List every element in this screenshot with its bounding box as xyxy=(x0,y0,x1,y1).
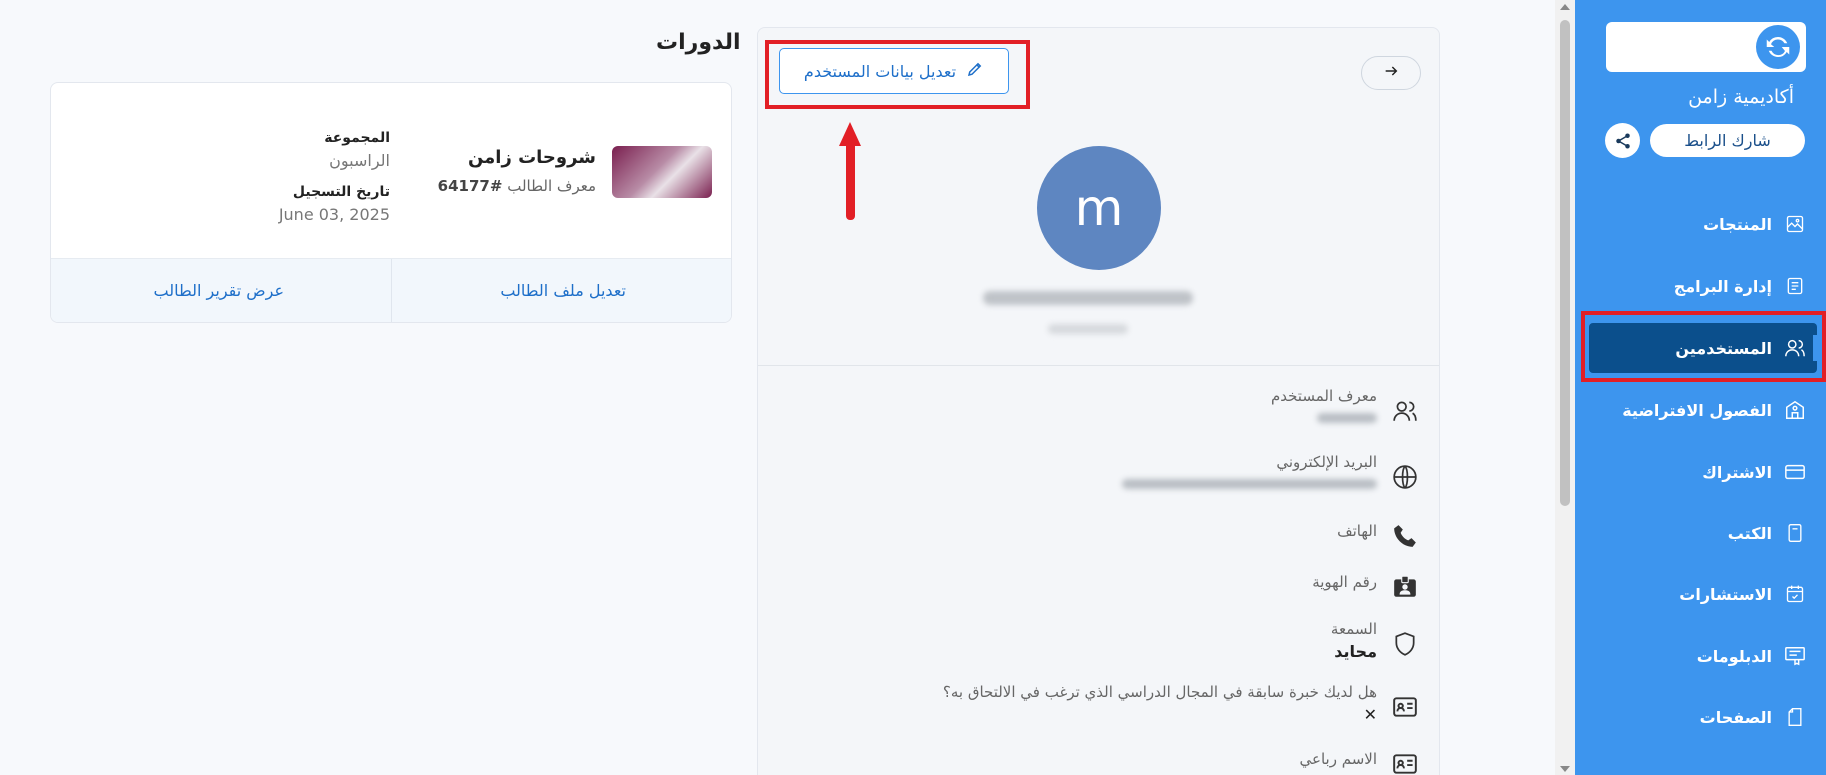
phone-row: الهاتف xyxy=(1337,522,1419,550)
card-icon xyxy=(1784,461,1806,483)
redacted-email xyxy=(1122,479,1377,489)
calendar-check-icon xyxy=(1784,583,1806,605)
course-name[interactable]: شروحات زامن xyxy=(468,147,596,168)
id-badge-icon xyxy=(1391,573,1419,601)
users-icon xyxy=(1391,397,1419,425)
sidebar-item-products[interactable]: المنتجات xyxy=(1575,195,1826,253)
reputation-row: السمعة محايد xyxy=(1331,620,1419,661)
sidebar-item-programs[interactable]: إدارة البرامج xyxy=(1575,257,1826,315)
sidebar-item-consultations[interactable]: الاستشارات xyxy=(1575,565,1826,623)
share-link-button[interactable]: شارك الرابط xyxy=(1650,124,1805,157)
registration-date-label: تاريخ التسجيل xyxy=(292,184,390,200)
scroll-thumb[interactable] xyxy=(1560,20,1570,506)
refresh-logo-icon xyxy=(1756,25,1800,69)
document-list-icon xyxy=(1784,275,1806,297)
full-name-row: الاسم رباعي xyxy=(1300,750,1419,775)
back-button[interactable] xyxy=(1361,56,1421,90)
group-value: الراسبون xyxy=(329,151,390,170)
sidebar-item-pages[interactable]: الصفحات xyxy=(1575,688,1826,746)
course-thumbnail[interactable] xyxy=(612,146,712,198)
academy-name: أكاديمية زامن xyxy=(1688,86,1794,108)
edit-student-profile-link[interactable]: تعديل ملف الطالب xyxy=(500,281,626,300)
arrow-right-icon xyxy=(1383,63,1399,83)
sidebar-item-virtual-classes[interactable]: الفصول الافتراضية xyxy=(1575,381,1826,439)
classroom-icon xyxy=(1784,399,1806,421)
phone-icon xyxy=(1391,522,1419,550)
image-icon xyxy=(1784,213,1806,235)
scroll-up-arrow-icon[interactable] xyxy=(1560,4,1570,10)
book-icon xyxy=(1784,522,1806,544)
footer-divider xyxy=(391,259,392,322)
contact-card-icon xyxy=(1391,750,1419,775)
course-card-footer: تعديل ملف الطالب عرض تقرير الطالب xyxy=(51,258,731,322)
sidebar-item-books[interactable]: الكتب xyxy=(1575,504,1826,562)
share-icon[interactable] xyxy=(1605,123,1640,158)
scroll-down-arrow-icon[interactable] xyxy=(1560,766,1570,772)
shield-icon xyxy=(1391,630,1419,658)
view-student-report-link[interactable]: عرض تقرير الطالب xyxy=(154,281,284,300)
certificate-icon xyxy=(1784,645,1806,667)
annotation-arrow-shaft xyxy=(846,140,855,220)
experience-row: هل لديك خبرة سابقة في المجال الدراسي الذ… xyxy=(943,683,1419,724)
group-label: المجموعة xyxy=(324,130,390,146)
course-card: شروحات زامن معرف الطالب #64177 المجموعة … xyxy=(50,82,732,323)
id-number-row: رقم الهوية xyxy=(1312,573,1419,601)
email-row: البريد الإلكتروني xyxy=(1122,453,1419,491)
edit-button-highlight-box xyxy=(765,40,1030,109)
page-icon xyxy=(1784,706,1806,728)
redacted-role xyxy=(1048,324,1128,334)
sidebar: أكاديمية زامن شارك الرابط المنتجات إدارة… xyxy=(1575,0,1826,775)
avatar: m xyxy=(1037,146,1161,270)
divider xyxy=(758,365,1439,366)
redacted-user-id xyxy=(1317,413,1377,423)
contact-card-icon xyxy=(1391,693,1419,721)
registration-date-value: June 03, 2025 xyxy=(278,205,390,224)
sidebar-item-subscription[interactable]: الاشتراك xyxy=(1575,443,1826,501)
user-id-row: معرف المستخدم xyxy=(1271,387,1419,425)
users-icon xyxy=(1784,337,1806,359)
redacted-username xyxy=(983,291,1193,305)
sidebar-item-diplomas[interactable]: الدبلومات xyxy=(1575,627,1826,685)
globe-icon xyxy=(1391,463,1419,491)
courses-title: الدورات xyxy=(656,30,741,55)
academy-logo[interactable] xyxy=(1606,22,1806,72)
student-id: معرف الطالب #64177 xyxy=(437,177,596,195)
page-scrollbar[interactable] xyxy=(1555,0,1575,775)
